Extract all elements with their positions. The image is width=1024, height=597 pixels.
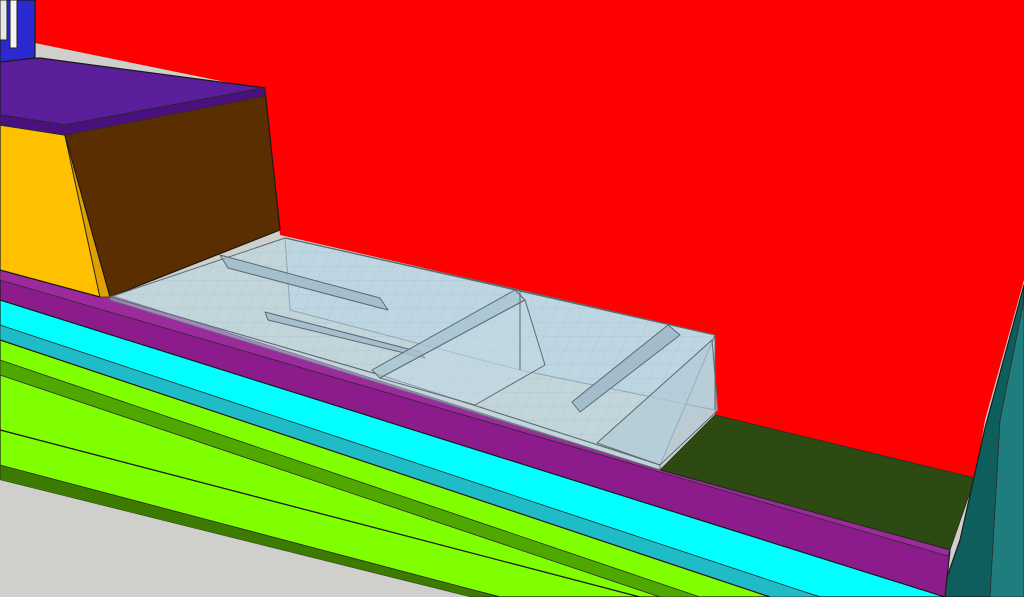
3d-viewport[interactable]	[0, 0, 1024, 597]
model-scene[interactable]	[0, 0, 1024, 597]
white-bar-2	[0, 0, 8, 41]
white-bar	[9, 0, 18, 49]
